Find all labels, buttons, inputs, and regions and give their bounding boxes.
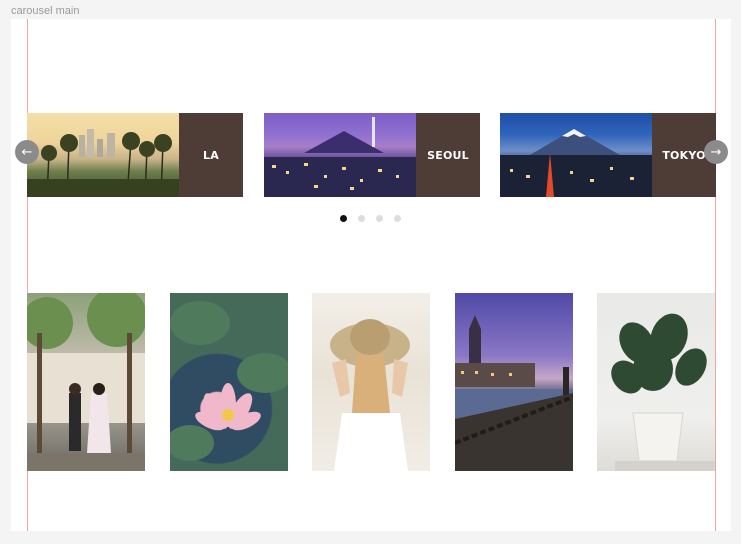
potted-monstera-plant-photo[interactable] [597, 293, 715, 471]
carousel-prev-button[interactable]: ← [15, 140, 39, 164]
pagination-dot-1[interactable] [340, 215, 347, 222]
seoul-skyline-photo [264, 113, 416, 197]
city-carousel: LA SEOUL TOKYO [27, 113, 716, 197]
carousel-pagination [340, 215, 401, 222]
pagination-dot-4[interactable] [394, 215, 401, 222]
straw-hat-illustration [330, 319, 410, 471]
arrow-left-icon: ← [21, 144, 33, 160]
carousel-card-la[interactable]: LA [27, 113, 243, 197]
pagination-dot-2[interactable] [358, 215, 365, 222]
seoul-city-illustration [264, 117, 416, 197]
pink-water-lily-photo[interactable] [170, 293, 288, 471]
la-skyline-photo [27, 113, 179, 197]
woman-straw-hat-photo[interactable] [312, 293, 430, 471]
frame-label: carousel main [11, 5, 80, 17]
couple-illustration [27, 293, 145, 471]
tokyo-fuji-illustration [500, 129, 652, 197]
tokyo-skyline-photo [500, 113, 652, 197]
carousel-card-seoul[interactable]: SEOUL [264, 113, 480, 197]
carousel-next-button[interactable]: → [704, 140, 728, 164]
card-label: SEOUL [416, 113, 480, 197]
carousel-canvas: LA SEOUL TOKYO ← → [11, 19, 731, 531]
photo-gallery [27, 293, 716, 471]
water-lily-illustration [170, 301, 288, 461]
couple-under-trees-photo[interactable] [27, 293, 145, 471]
city-waterfront-dusk-photo[interactable] [455, 293, 573, 471]
waterfront-illustration [455, 315, 573, 471]
carousel-card-tokyo[interactable]: TOKYO [500, 113, 716, 197]
monstera-illustration [611, 313, 715, 471]
arrow-right-icon: → [710, 144, 722, 160]
pagination-dot-3[interactable] [376, 215, 383, 222]
card-label: LA [179, 113, 243, 197]
la-palms-illustration [27, 129, 179, 197]
